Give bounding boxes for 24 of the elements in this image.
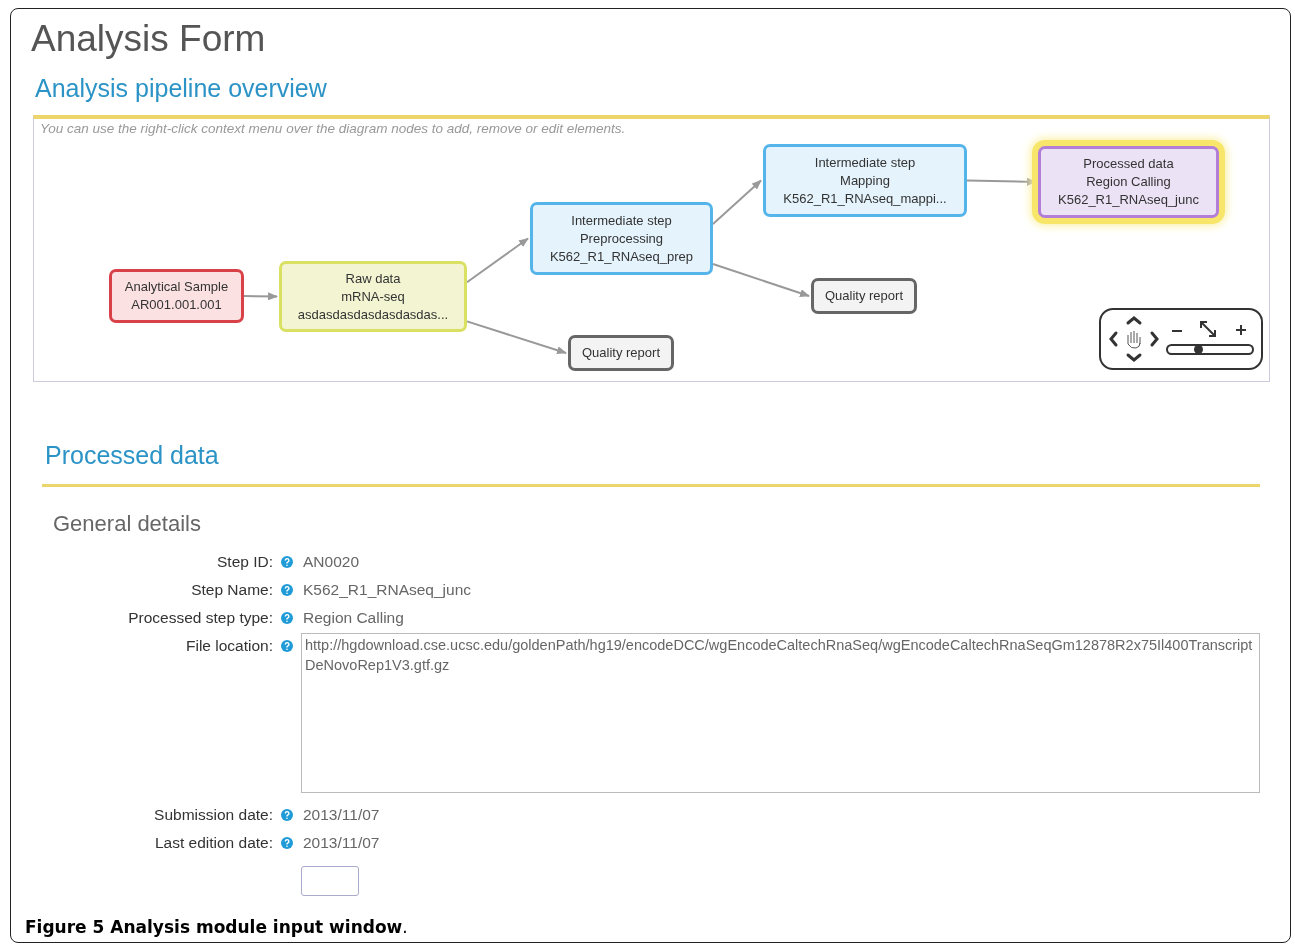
pipeline-node[interactable]: Intermediate step Preprocessing K562_R1_RNAseq_prep — [530, 202, 713, 275]
field-label: Step ID: — [216, 552, 273, 572]
subsection-heading: General details — [53, 511, 202, 537]
field-label: Step Name: — [190, 580, 273, 600]
section-heading: Analysis pipeline overview — [35, 73, 328, 103]
pipeline-node[interactable]: Intermediate step Mapping K562_R1_RNAseq_mappi... — [763, 144, 967, 217]
pipeline-node[interactable]: Analytical Sample AR001.001.001 — [109, 269, 244, 323]
diagram-hint: You can use the right-click context menu over the diagram nodes to add, remove or edit elements. — [40, 121, 626, 136]
page-title: Analysis Form — [31, 19, 267, 59]
field-label: Submission date: — [153, 805, 273, 825]
field-value: 2013/11/07 — [302, 805, 381, 825]
pipeline-node[interactable]: Raw data mRNA-seq asdasdasdasdasdasdas... — [279, 261, 467, 332]
field-value: Region Calling — [302, 608, 405, 628]
field-value: 2013/11/07 — [302, 833, 381, 853]
pipeline-node[interactable]: Quality report — [811, 278, 917, 314]
field-label: Processed step type: — [127, 608, 273, 628]
field-value: AN0020 — [302, 552, 360, 572]
text-area[interactable]: http://hgdownload.cse.ucsc.edu/goldenPath/hg19/encodeDCC/wgEncodeCaltechRnaSeq/wgEncodeCaltechRnaSeqGm12878R2x75Il400TranscriptDeNovoRep1V3.gtf.gz — [301, 633, 1260, 793]
pipeline-node[interactable]: Quality report — [568, 335, 674, 371]
field-value: K562_R1_RNAseq_junc — [302, 580, 473, 600]
field-label: File location: — [185, 636, 273, 656]
field-label: Last edition date: — [153, 833, 273, 853]
section-heading: Processed data — [44, 440, 220, 470]
figure-caption: Figure 5 Analysis module input window. — [25, 917, 408, 937]
